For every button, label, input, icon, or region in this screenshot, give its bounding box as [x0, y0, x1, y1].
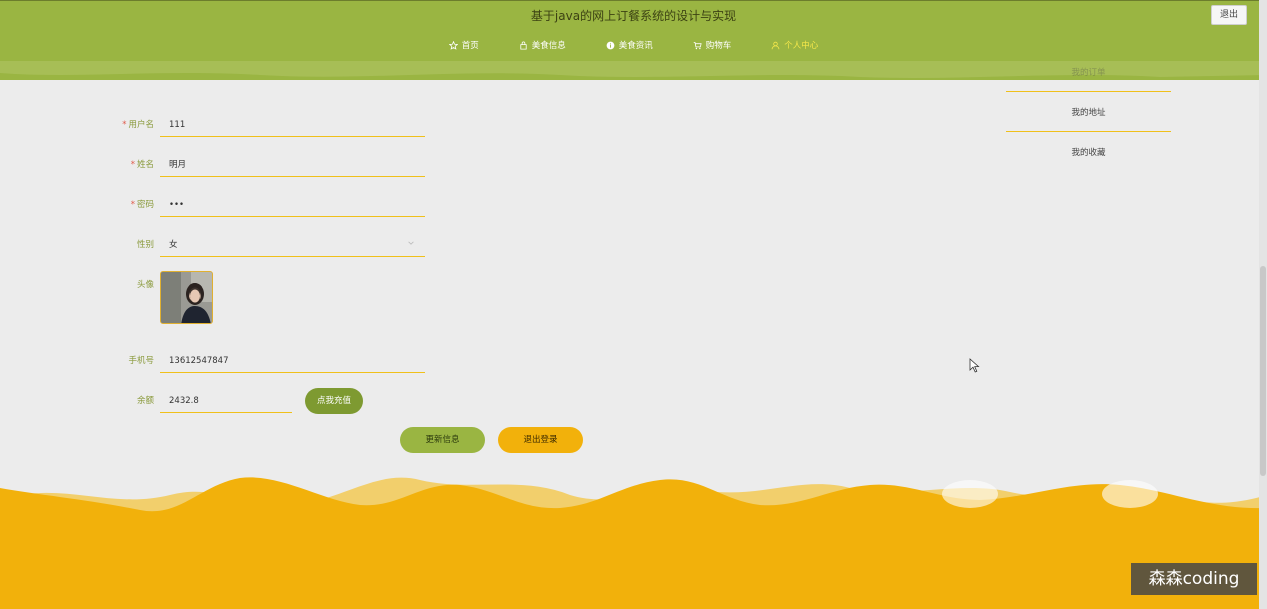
required-mark: * [130, 200, 135, 210]
name-label-text: 姓名 [136, 160, 154, 170]
gender-label: 性别 [136, 240, 154, 250]
side-menu-label: 我的收藏 [1071, 148, 1106, 158]
chevron-down-icon [408, 241, 414, 245]
user-icon [771, 41, 780, 49]
phone-label: 手机号 [128, 356, 154, 366]
logout-button[interactable]: 退出登录 [498, 427, 583, 453]
password-label-text: 密码 [136, 200, 154, 210]
username-label-text: 用户名 [128, 120, 154, 130]
nav-item-food-news[interactable]: 美食资讯 [606, 38, 653, 52]
nav-item-personal-center[interactable]: 个人中心 [771, 38, 818, 52]
gender-select-value: 女 [169, 240, 178, 250]
required-mark: * [130, 160, 135, 170]
password-label: * 密码 [84, 197, 154, 213]
avatar-image [161, 272, 212, 323]
cart-icon [693, 41, 702, 49]
watermark: 森森coding [1131, 563, 1257, 595]
recharge-button[interactable]: 点我充值 [305, 388, 363, 414]
info-icon [606, 41, 615, 49]
side-menu-label: 我的订单 [1071, 67, 1106, 78]
update-info-button[interactable]: 更新信息 [400, 427, 485, 453]
side-menu-item-address[interactable]: 我的地址 [1006, 92, 1171, 132]
username-label: * 用户名 [84, 117, 154, 133]
nav-label: 美食资讯 [618, 41, 653, 51]
balance-label: 余额 [136, 396, 154, 406]
star-icon [448, 40, 458, 50]
side-menu-label: 我的地址 [1071, 107, 1106, 118]
nav-label: 个人中心 [784, 41, 819, 51]
nav-label: 首页 [461, 41, 479, 51]
name-label: * 姓名 [84, 157, 154, 173]
required-mark: * [122, 120, 127, 130]
app-title: 基于java的网上订餐系统的设计与实现 [530, 9, 737, 23]
gender-select[interactable]: 女 [160, 237, 425, 257]
page-scrollbar[interactable] [1259, 0, 1267, 609]
main-nav: 首页 美食信息 美食资讯 购物车 个人中心 [0, 38, 1267, 52]
nav-item-cart[interactable]: 购物车 [693, 38, 732, 52]
password-input[interactable]: ••• [160, 197, 425, 217]
name-input[interactable]: 明月 [160, 157, 425, 177]
balance-input[interactable]: 2432.8 [160, 393, 292, 413]
nav-item-food-info[interactable]: 美食信息 [519, 38, 566, 52]
footer-wave-decoration [0, 477, 1267, 609]
side-menu: 我的订单 我的地址 我的收藏 [1006, 52, 1171, 172]
nav-label: 购物车 [705, 41, 732, 51]
avatar-label: 头像 [136, 280, 154, 290]
username-input[interactable]: 111 [160, 117, 425, 137]
side-menu-item-favorites[interactable]: 我的收藏 [1006, 132, 1171, 172]
side-menu-item-orders[interactable]: 我的订单 [1006, 52, 1171, 92]
scrollbar-thumb[interactable] [1260, 266, 1266, 476]
nav-label: 美食信息 [531, 41, 566, 51]
phone-input[interactable]: 13612547847 [160, 353, 425, 373]
bag-icon [520, 41, 527, 50]
avatar-upload[interactable] [160, 271, 213, 324]
header-logout-button[interactable]: 退出 [1211, 5, 1247, 25]
nav-item-home[interactable]: 首页 [448, 38, 479, 52]
mouse-cursor-icon [969, 358, 980, 373]
